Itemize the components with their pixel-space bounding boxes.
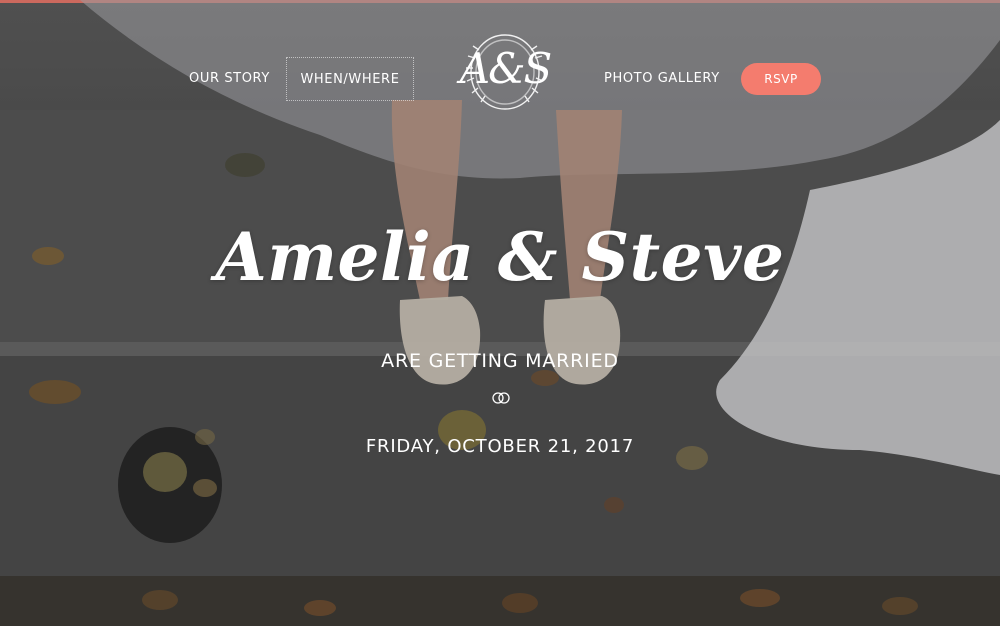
wedding-date: FRIDAY, OCTOBER 21, 2017 <box>365 436 635 457</box>
logo-monogram: A&S <box>459 44 553 93</box>
nav-when-where[interactable]: WHEN/WHERE <box>286 57 414 101</box>
main-navigation: OUR STORY WHEN/WHERE A&S PHOTO GALLERY R… <box>0 0 1000 160</box>
hero-subtitle: ARE GETTING MARRIED <box>381 350 619 372</box>
nav-photo-gallery[interactable]: PHOTO GALLERY <box>604 57 720 101</box>
rsvp-button[interactable]: RSVP <box>741 63 821 95</box>
couple-names: Amelia & Steve <box>215 218 785 296</box>
wedding-rings-icon <box>492 392 510 404</box>
hero-section: OUR STORY WHEN/WHERE A&S PHOTO GALLERY R… <box>0 0 1000 626</box>
site-logo[interactable]: A&S <box>437 32 573 112</box>
nav-our-story[interactable]: OUR STORY <box>189 57 270 101</box>
